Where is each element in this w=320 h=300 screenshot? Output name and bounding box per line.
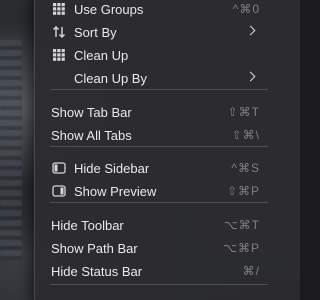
menu-item-hide-status-bar[interactable]: Hide Status Bar ⌘/ xyxy=(42,260,268,282)
keyboard-shortcut: ⌥⌘P xyxy=(223,241,260,255)
menu-item-label: Hide Sidebar xyxy=(74,160,150,176)
menu-item-label: Show All Tabs xyxy=(51,127,132,143)
menu-item-label: Clean Up xyxy=(74,47,129,63)
sidebar-icon xyxy=(52,161,66,175)
menu-item-label: Show Path Bar xyxy=(51,240,138,256)
menu-separator xyxy=(50,284,268,285)
sort-arrows-icon xyxy=(52,25,66,39)
menu-item-clean-up[interactable]: Clean Up xyxy=(42,44,268,66)
background-window-blur xyxy=(0,40,22,260)
menu-item-show-preview[interactable]: Show Preview ⇧⌘P xyxy=(42,180,268,202)
menu-item-sort-by[interactable]: Sort By xyxy=(42,21,268,43)
menu-item-show-path-bar[interactable]: Show Path Bar ⌥⌘P xyxy=(42,237,268,259)
keyboard-shortcut: ⇧⌘T xyxy=(227,105,260,119)
menu-item-label: Hide Toolbar xyxy=(51,217,124,233)
menu-item-label: Clean Up By xyxy=(74,70,147,86)
menu-separator xyxy=(50,89,268,90)
menu-item-label: Show Tab Bar xyxy=(51,104,132,120)
menu-separator xyxy=(50,202,268,203)
chevron-right-icon xyxy=(245,25,256,36)
keyboard-shortcut: ⌘/ xyxy=(242,264,260,278)
menu-item-hide-toolbar[interactable]: Hide Toolbar ⌥⌘T xyxy=(42,214,268,236)
keyboard-shortcut: ^⌘0 xyxy=(232,2,260,16)
screen: Use Groups ^⌘0 Sort By Clean Up Clean Up By… xyxy=(0,0,300,300)
menu-separator xyxy=(50,146,268,147)
keyboard-shortcut: ⌥⌘T xyxy=(223,218,260,232)
grid-icon xyxy=(52,2,66,16)
menu-item-label: Show Preview xyxy=(74,183,157,199)
keyboard-shortcut: ⇧⌘\ xyxy=(231,128,260,142)
menu-item-clean-up-by[interactable]: Clean Up By xyxy=(42,67,268,89)
keyboard-shortcut: ⇧⌘P xyxy=(226,184,260,198)
preview-icon xyxy=(52,184,66,198)
grid-icon xyxy=(52,48,66,62)
menu-item-hide-sidebar[interactable]: Hide Sidebar ^⌘S xyxy=(42,157,268,179)
menu-item-label: Use Groups xyxy=(74,1,144,17)
chevron-right-icon xyxy=(245,71,256,82)
menu-item-show-tab-bar[interactable]: Show Tab Bar ⇧⌘T xyxy=(42,101,268,123)
menu-item-label: Hide Status Bar xyxy=(51,263,143,279)
menu-item-show-all-tabs[interactable]: Show All Tabs ⇧⌘\ xyxy=(42,124,268,146)
menu-item-label: Sort By xyxy=(74,24,117,40)
keyboard-shortcut: ^⌘S xyxy=(231,161,260,175)
menu-item-use-groups[interactable]: Use Groups ^⌘0 xyxy=(42,0,268,20)
